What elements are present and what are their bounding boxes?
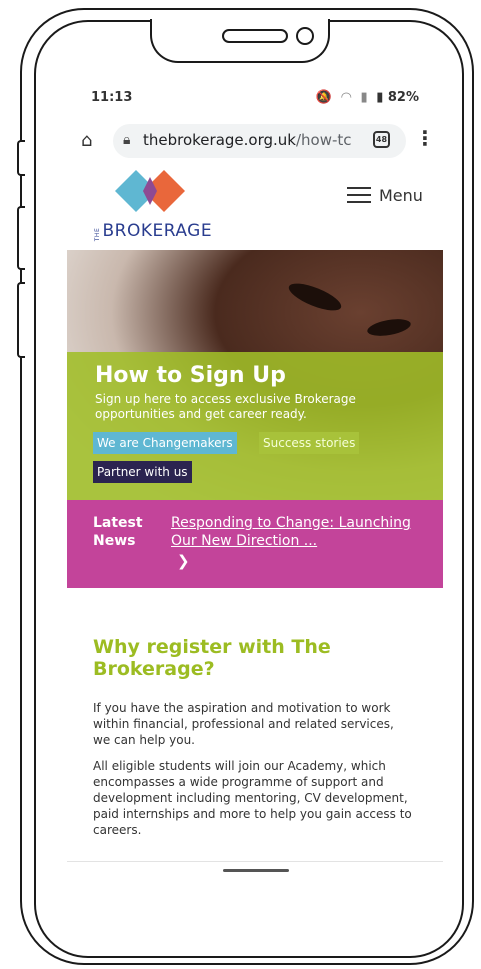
latest-news-label: Latest News — [93, 515, 143, 549]
phone-side-button — [17, 140, 25, 176]
main-content: Why register with The Brokerage? If you … — [67, 588, 443, 860]
logo-the: THE — [94, 227, 102, 242]
battery-percent: 82% — [387, 90, 419, 105]
url-path: /how-tc — [295, 131, 352, 149]
more-options-icon[interactable]: ⋮ — [415, 126, 435, 150]
tag-success-stories[interactable]: Success stories — [259, 432, 360, 454]
hamburger-icon — [347, 187, 371, 203]
menu-button[interactable]: Menu — [347, 184, 423, 206]
logo-name: BROKERAGE — [102, 221, 213, 241]
menu-label: Menu — [379, 185, 423, 205]
hero-banner: How to Sign Up Sign up here to access ex… — [67, 250, 443, 500]
lock-icon: 🔒︎ — [123, 132, 131, 148]
brokerage-logo-icon[interactable] — [115, 170, 185, 212]
tag-we-are-changemakers[interactable]: We are Changemakers — [93, 432, 237, 454]
tab-switcher-button[interactable]: 48 — [373, 131, 390, 148]
signal-icon: ▮ — [360, 90, 368, 105]
status-bar: 11:13 🔕 ◠ ▮ ▮ 82% — [67, 88, 443, 112]
hero-subtitle: Sign up here to access exclusive Brokera… — [95, 392, 356, 421]
tag-partner-with-us[interactable]: Partner with us — [93, 461, 192, 483]
home-indicator[interactable] — [223, 869, 289, 872]
phone-volume-down-button — [17, 282, 25, 358]
logo-wordmark[interactable]: THEBROKERAGE — [91, 221, 212, 241]
site-header: THEBROKERAGE Menu — [67, 164, 443, 250]
academy-paragraph: All eligible students will join our Acad… — [93, 759, 412, 837]
home-icon[interactable]: ⌂ — [81, 130, 92, 151]
hero-photo-detail — [285, 278, 345, 316]
status-time: 11:13 — [91, 90, 133, 105]
phone-camera — [296, 27, 314, 45]
status-icons: 🔕 ◠ ▮ ▮ 82% — [316, 90, 419, 105]
url-host: thebrokerage.org.uk — [143, 131, 296, 149]
battery-icon: ▮ — [376, 90, 384, 105]
browser-toolbar: ⌂ 🔒︎ thebrokerage.org.uk/how-tc 48 ⋮ — [67, 118, 443, 164]
section-heading: Why register with The Brokerage? — [93, 636, 331, 680]
news-headline-link[interactable]: Responding to Change: Launching Our New … — [171, 514, 421, 550]
phone-volume-up-button — [17, 206, 25, 270]
address-bar[interactable]: 🔒︎ thebrokerage.org.uk/how-tc — [113, 124, 406, 158]
latest-news-bar: Latest News Responding to Change: Launch… — [67, 500, 443, 588]
url-text[interactable]: thebrokerage.org.uk/how-tc — [143, 131, 401, 149]
hero-title: How to Sign Up — [95, 363, 286, 388]
hero-photo-detail — [366, 316, 412, 339]
mute-icon: 🔕 — [315, 90, 333, 105]
intro-paragraph: If you have the aspiration and motivatio… — [93, 701, 394, 747]
divider — [67, 861, 443, 862]
phone-speaker — [222, 29, 288, 43]
wifi-icon: ◠ — [340, 90, 352, 105]
chevron-right-icon[interactable]: ❯ — [177, 552, 190, 570]
